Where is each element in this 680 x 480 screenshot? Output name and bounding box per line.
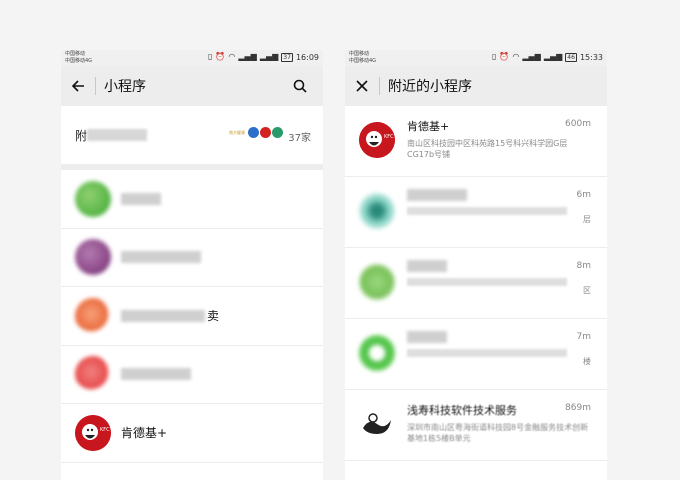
clock: 16:09	[295, 52, 319, 62]
green-app-icon	[359, 335, 395, 371]
nearby-logos: 南方健康	[229, 127, 283, 138]
blurred-address	[407, 207, 567, 215]
place-distance: 7m	[576, 332, 592, 342]
place-address: 南山区科技园中区科苑路15号科兴科学园G层CG17b号铺	[407, 139, 568, 159]
signal-icon-2: ▂▄▆	[259, 52, 279, 61]
place-address: 深圳市南山区粤海街道科技园8号金融服务技术创新基地1栋5楼B单元	[407, 423, 589, 443]
orange-app-icon	[75, 297, 111, 334]
nearby-count: 37家	[288, 133, 311, 144]
logo-text: 南方健康	[229, 129, 245, 135]
carrier-info: 中国移动 中国移动4G	[349, 51, 377, 64]
blurred-address	[407, 349, 567, 357]
address-tail: 楼	[583, 357, 591, 366]
clock: 15:33	[579, 52, 603, 62]
status-icons: ▯ ⏰ ◠ ▂▄▆ ▂▄▆ 46 15:33	[492, 52, 603, 62]
app-name-tail: 卖	[207, 309, 220, 324]
dark-logo-icon	[359, 406, 395, 442]
page-title: 附近的小程序	[388, 79, 472, 95]
blurred-name	[121, 192, 161, 205]
place-info	[407, 189, 589, 215]
kfc-logo-icon: KFC	[359, 122, 395, 158]
place-item-kfc[interactable]: KFC 肯德基+ 南山区科技园中区科苑路15号科兴科学园G层CG17b号铺 60…	[345, 106, 607, 177]
place-item[interactable]: 6m 层	[345, 177, 607, 248]
address-tail: 区	[583, 286, 591, 295]
svg-text:KFC: KFC	[100, 427, 110, 433]
battery-icon: 46	[565, 52, 577, 62]
place-item[interactable]: 8m 区	[345, 248, 607, 319]
left-phone-screen: 中国移动 中国移动4G ▯ ⏰ ◠ ▂▄▆ ▂▄▆ 37 16:09 小程序 附…	[61, 50, 323, 480]
green-app-icon	[359, 264, 395, 300]
green-app-icon	[75, 180, 111, 217]
header-divider	[95, 77, 96, 95]
place-info	[407, 331, 589, 357]
right-phone-screen: 中国移动 中国移动4G ▯ ⏰ ◠ ▂▄▆ ▂▄▆ 46 15:33 附近的小程…	[345, 50, 607, 480]
nearby-label: 附	[75, 128, 88, 143]
place-distance: 6m	[576, 190, 592, 200]
nearby-mini-programs-entry[interactable]: 附 南方健康 37家	[61, 106, 323, 164]
back-button[interactable]	[61, 66, 95, 106]
blurred-name	[407, 331, 447, 343]
wifi-icon: ◠	[228, 52, 236, 61]
blurred-name	[121, 368, 191, 381]
arrow-left-icon	[71, 80, 84, 92]
alarm-icon: ⏰	[215, 52, 226, 61]
wifi-icon: ◠	[512, 52, 520, 61]
vibrate-icon: ▯	[208, 52, 213, 61]
blurred-name	[407, 260, 447, 272]
signal-icon-2: ▂▄▆	[543, 52, 563, 61]
blurred-name	[407, 189, 467, 201]
app-name: 肯德基+	[121, 426, 168, 441]
kfc-mini-logo-icon	[260, 127, 271, 138]
place-distance: 600m	[565, 119, 591, 129]
status-icons: ▯ ⏰ ◠ ▂▄▆ ▂▄▆ 37 16:09	[208, 52, 319, 62]
blurred-name	[121, 309, 205, 322]
place-distance: 8m	[576, 261, 592, 271]
blurred-name	[121, 251, 201, 264]
list-item[interactable]	[61, 346, 323, 404]
list-item[interactable]	[61, 229, 323, 287]
place-info	[407, 260, 589, 286]
red-app-icon	[75, 356, 111, 393]
list-item[interactable]: 卖	[61, 287, 323, 346]
kfc-logo-icon: KFC	[75, 414, 111, 451]
teal-app-icon	[359, 193, 395, 229]
nav-header: 附近的小程序	[345, 66, 607, 106]
svg-text:KFC: KFC	[384, 134, 394, 140]
place-name: 浅寿科技软件技术服务	[407, 404, 517, 417]
search-icon	[293, 79, 307, 93]
green-logo-icon	[272, 127, 283, 138]
alarm-icon: ⏰	[499, 52, 510, 61]
place-info: 肯德基+ 南山区科技园中区科苑路15号科兴科学园G层CG17b号铺	[407, 118, 589, 160]
place-info: 浅寿科技软件技术服务 深圳市南山区粤海街道科技园8号金融服务技术创新基地1栋5楼…	[407, 402, 589, 444]
signal-icon: ▂▄▆	[522, 52, 541, 61]
header-divider	[379, 77, 380, 95]
battery-icon: 37	[281, 52, 293, 62]
place-item[interactable]: 浅寿科技软件技术服务 深圳市南山区粤海街道科技园8号金融服务技术创新基地1栋5楼…	[345, 390, 607, 461]
blurred-address	[407, 278, 567, 286]
vibrate-icon: ▯	[492, 52, 497, 61]
place-name: 肯德基+	[407, 120, 450, 133]
status-bar: 中国移动 中国移动4G ▯ ⏰ ◠ ▂▄▆ ▂▄▆ 37 16:09	[61, 50, 323, 66]
list-item[interactable]	[61, 170, 323, 229]
close-button[interactable]	[345, 66, 379, 106]
purple-app-icon	[75, 239, 111, 276]
carrier-info: 中国移动 中国移动4G	[65, 51, 93, 64]
place-item[interactable]: 7m 楼	[345, 319, 607, 390]
signal-icon: ▂▄▆	[238, 52, 257, 61]
status-bar: 中国移动 中国移动4G ▯ ⏰ ◠ ▂▄▆ ▂▄▆ 46 15:33	[345, 50, 607, 66]
list-item-kfc[interactable]: KFC 肯德基+	[61, 404, 323, 463]
nav-header: 小程序	[61, 66, 323, 106]
place-distance: 869m	[565, 403, 591, 413]
blue-logo-icon	[248, 127, 259, 138]
address-tail: 层	[583, 215, 591, 224]
blurred-text	[87, 129, 148, 141]
page-title: 小程序	[104, 79, 146, 95]
search-button[interactable]	[283, 66, 317, 106]
close-icon	[356, 80, 368, 92]
